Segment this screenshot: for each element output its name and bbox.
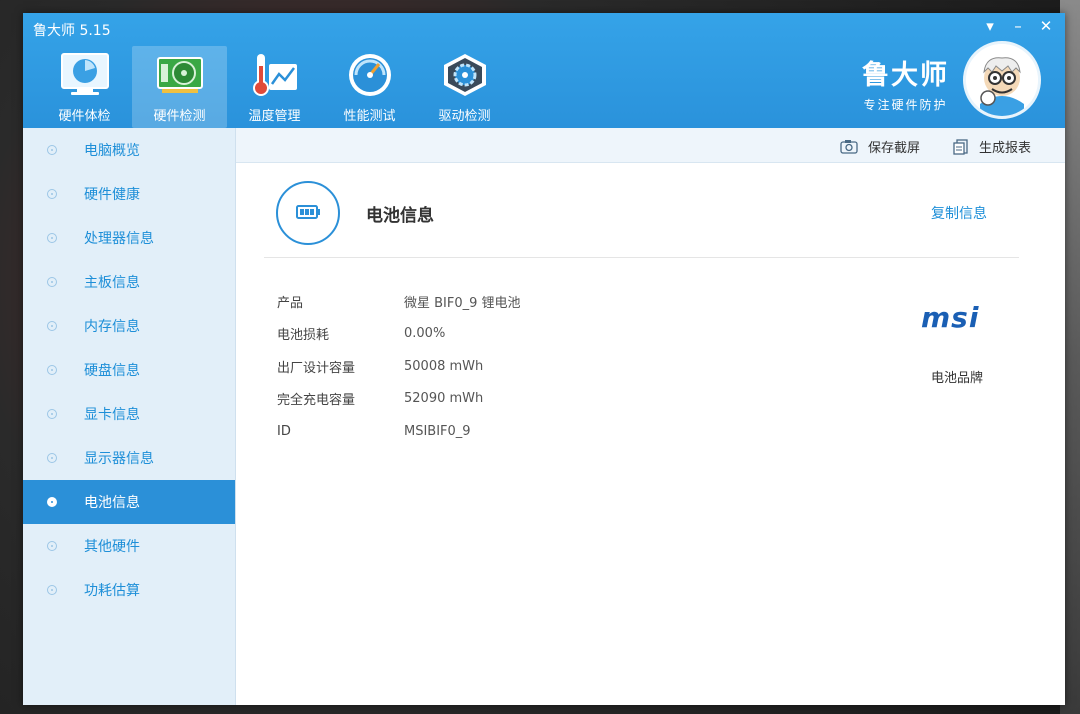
table-row: 产品 微星 BIF0_9 锂电池 (277, 285, 521, 318)
battery-brand-label: 电池品牌 (931, 371, 984, 386)
sidebar-item-label: 显卡信息 (84, 407, 140, 423)
row-key: 产品 (277, 295, 304, 311)
brand-slogan: 专注硬件防护 (863, 98, 948, 112)
row-value: 52090 mWh (404, 391, 484, 407)
row-value: 50008 mWh (404, 358, 484, 374)
section-title: 电池信息 (366, 206, 434, 226)
sidebar-item-label: 硬件健康 (84, 187, 140, 203)
save-screenshot-button[interactable]: 保存截屏 (840, 137, 920, 156)
bullet-icon (47, 233, 57, 243)
msi-logo: msi (921, 303, 979, 333)
bullet-icon (47, 321, 57, 331)
save-screenshot-label: 保存截屏 (868, 141, 921, 156)
sidebar-item-gpu[interactable]: 显卡信息 (23, 392, 235, 436)
sidebar-item-label: 电池信息 (84, 495, 140, 511)
row-key: 电池损耗 (277, 328, 330, 344)
sidebar-item-label: 主板信息 (84, 275, 140, 291)
battery-icon (276, 181, 340, 245)
sidebar-item-disk[interactable]: 硬盘信息 (23, 348, 235, 392)
section-header: 电池信息 复制信息 (264, 181, 1019, 258)
row-value: 0.00% (404, 326, 446, 342)
bullet-icon (47, 541, 57, 551)
table-row: 出厂设计容量 50008 mWh (277, 350, 521, 383)
monitor-icon (61, 53, 109, 95)
bullet-icon (47, 189, 57, 199)
speedometer-icon (349, 54, 391, 96)
brand-name: 鲁大师 (862, 60, 949, 91)
row-key: 出厂设计容量 (277, 360, 356, 376)
minimize-icon[interactable]: – (1011, 17, 1025, 35)
tool-label: 驱动检测 (438, 109, 491, 124)
tool-label: 温度管理 (248, 109, 301, 124)
bullet-icon (47, 365, 57, 375)
sidebar-item-display[interactable]: 显示器信息 (23, 436, 235, 480)
driver-gear-icon (444, 54, 486, 96)
sidebar-item-label: 其他硬件 (84, 539, 140, 555)
app-title: 鲁大师 5.15 (33, 23, 111, 39)
sidebar-item-memory[interactable]: 内存信息 (23, 304, 235, 348)
sidebar-item-label: 内存信息 (84, 319, 140, 335)
bullet-icon (47, 453, 57, 463)
graphics-card-icon (157, 57, 203, 93)
sidebar-item-battery[interactable]: 电池信息 (23, 480, 235, 524)
close-icon[interactable]: ✕ (1039, 17, 1053, 35)
window-controls: ▾ – ✕ (983, 17, 1053, 35)
row-key: ID (277, 423, 291, 439)
tool-driver-detect[interactable]: 驱动检测 (417, 46, 512, 128)
header-bar: 鲁大师 5.15 ▾ – ✕ 硬件体检 硬件检测 温度管理 性能测试 驱动检测 … (23, 13, 1065, 128)
tool-label: 硬件检测 (153, 109, 206, 124)
mascot-icon (966, 44, 1038, 116)
sidebar-item-motherboard[interactable]: 主板信息 (23, 260, 235, 304)
row-value: MSIBIF0_9 (404, 423, 471, 439)
main-content: 电池信息 复制信息 产品 微星 BIF0_9 锂电池 电池损耗 0.00% 出厂设计… (236, 163, 1065, 705)
sidebar-item-label: 电脑概览 (84, 143, 140, 159)
table-row: ID MSIBIF0_9 (277, 415, 521, 448)
sidebar-item-overview[interactable]: 电脑概览 (23, 128, 235, 172)
bullet-icon (47, 277, 57, 287)
action-bar: 保存截屏 生成报表 (236, 128, 1065, 163)
generate-report-label: 生成报表 (979, 141, 1032, 156)
tool-hardware-checkup[interactable]: 硬件体检 (37, 46, 132, 128)
bullet-icon (47, 145, 57, 155)
sidebar-item-power[interactable]: 功耗估算 (23, 568, 235, 612)
thermometer-icon (253, 54, 297, 96)
copy-info-link[interactable]: 复制信息 (931, 203, 987, 223)
table-row: 完全充电容量 52090 mWh (277, 383, 521, 416)
app-window: 鲁大师 5.15 ▾ – ✕ 硬件体检 硬件检测 温度管理 性能测试 驱动检测 … (23, 13, 1065, 705)
sidebar-item-label: 显示器信息 (84, 451, 154, 467)
menu-dropdown-icon[interactable]: ▾ (983, 17, 997, 35)
report-icon (953, 138, 968, 155)
main-toolbar: 硬件体检 硬件检测 温度管理 性能测试 驱动检测 (37, 46, 512, 128)
sidebar-item-health[interactable]: 硬件健康 (23, 172, 235, 216)
tool-performance[interactable]: 性能测试 (322, 46, 417, 128)
mascot-avatar (963, 41, 1041, 119)
watermark-text: 什么值得买 (966, 679, 1066, 703)
battery-info-table: 产品 微星 BIF0_9 锂电池 电池损耗 0.00% 出厂设计容量 50008 mW… (277, 285, 521, 448)
sidebar-item-label: 功耗估算 (84, 583, 140, 599)
table-row: 电池损耗 0.00% (277, 318, 521, 351)
sidebar-nav: 电脑概览 硬件健康 处理器信息 主板信息 内存信息 硬盘信息 显卡信息 显示器信… (23, 128, 236, 705)
tool-hardware-detect[interactable]: 硬件检测 (132, 46, 227, 128)
tool-label: 性能测试 (343, 109, 396, 124)
sidebar-item-label: 处理器信息 (84, 231, 154, 247)
sidebar-item-label: 硬盘信息 (84, 363, 140, 379)
row-key: 完全充电容量 (277, 393, 356, 409)
bullet-icon (47, 585, 57, 595)
sidebar-item-cpu[interactable]: 处理器信息 (23, 216, 235, 260)
tool-temperature[interactable]: 温度管理 (227, 46, 322, 128)
camera-icon (840, 140, 858, 154)
generate-report-button[interactable]: 生成报表 (953, 137, 1031, 156)
bullet-icon (47, 409, 57, 419)
sidebar-item-other[interactable]: 其他硬件 (23, 524, 235, 568)
site-watermark: 值 什么值得买 (930, 675, 1066, 704)
tool-label: 硬件体检 (58, 109, 111, 124)
row-value: 微星 BIF0_9 锂电池 (404, 295, 521, 311)
watermark-icon: 值 (930, 675, 958, 704)
brand-block: 鲁大师 专注硬件防护 (862, 53, 949, 113)
svg-text:msi: msi (921, 303, 979, 333)
bullet-icon (47, 497, 57, 507)
